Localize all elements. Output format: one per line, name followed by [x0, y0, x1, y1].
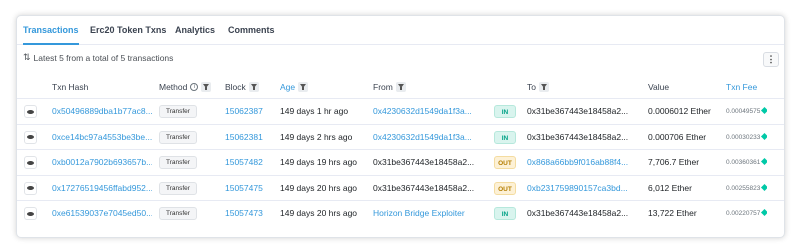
value-text: 6,012 Ether [648, 182, 692, 193]
txn-fee: 0.00049575 [726, 99, 768, 125]
col-value: Value [648, 82, 670, 92]
to-address: 0x31be367443e18458a2... [527, 106, 629, 116]
block-link[interactable]: 15057473 [225, 201, 263, 227]
age-text: 149 days 19 hrs ago [280, 157, 358, 167]
from-address: 0x31be367443e18458a2... [373, 157, 475, 167]
table-row: 0x50496889dba1b77ac8... Transfer 15062387 1… [17, 99, 784, 125]
sort-desc-icon: ⇅ [23, 52, 31, 62]
gas-icon [761, 106, 768, 115]
block-link[interactable]: 15057482 [225, 150, 263, 176]
tab-comments[interactable]: Comments [228, 16, 275, 45]
block-link[interactable]: 15062387 [225, 99, 263, 125]
tab-bar: Transactions Erc20 Token Txns Analytics … [17, 16, 784, 45]
txn-fee: 0.00360361 [726, 150, 768, 176]
gas-icon [761, 183, 768, 191]
direction-badge: OUT [494, 181, 516, 195]
to-address[interactable]: 0x868a66bb9f016ab88f4... [527, 150, 637, 176]
transactions-card: Transactions Erc20 Token Txns Analytics … [16, 15, 785, 238]
gas-icon [761, 132, 768, 140]
txn-hash-link[interactable]: 0x17276519456ffabd952... [52, 176, 152, 202]
txn-hash-link[interactable]: 0x50496889dba1b77ac8... [52, 99, 152, 125]
gas-icon [761, 157, 768, 166]
col-age[interactable]: Age [280, 75, 309, 99]
value-text: 0.0006012 Ether [648, 106, 711, 116]
table-header: Txn Hash Method i Block Age From To Valu… [17, 75, 784, 99]
block-filter-icon[interactable] [248, 82, 259, 92]
method-badge: Transfer [159, 207, 197, 220]
table-row: 0xe61539037e7045ed50... Transfer 15057473 1… [17, 201, 784, 227]
age-text: 149 days 20 hrs ago [280, 208, 358, 218]
direction-badge: OUT [494, 156, 516, 169]
value-text: 13,722 Ether [648, 208, 697, 218]
block-link[interactable]: 15057475 [225, 176, 263, 202]
col-to: To [527, 75, 549, 99]
txn-fee-value: 0.00255823 [726, 184, 761, 192]
table-row: 0xb0012a7902b693657b... Transfer 15057482 1… [17, 150, 784, 176]
tab-transactions[interactable]: Transactions [23, 16, 79, 45]
gas-icon [761, 208, 768, 217]
block-link[interactable]: 15062381 [225, 125, 263, 151]
txn-fee-value: 0.00049575 [726, 108, 761, 115]
table-row: 0xce14bc97a4553be3be... Transfer 15062381 1… [17, 125, 784, 151]
col-block: Block [225, 75, 259, 99]
eye-icon[interactable] [24, 181, 37, 195]
to-address[interactable]: 0xb231759890157ca3bd... [527, 176, 637, 202]
txn-fee-value: 0.00030233 [726, 133, 761, 141]
txn-fee: 0.00220757 [726, 201, 768, 227]
summary-line: ⇅ Latest 5 from a total of 5 transaction… [23, 52, 173, 63]
direction-badge: IN [494, 207, 516, 220]
col-txn-hash: Txn Hash [52, 82, 89, 92]
txn-fee-value: 0.00220757 [726, 210, 761, 217]
value-text: 7,706.7 Ether [648, 157, 700, 167]
summary-text: Latest 5 from a total of 5 transactions [33, 52, 174, 63]
more-options-button[interactable]: ⋮ [763, 52, 779, 67]
tab-analytics[interactable]: Analytics [175, 16, 215, 45]
tab-erc20-token-txns[interactable]: Erc20 Token Txns [90, 16, 166, 45]
direction-badge: IN [494, 130, 516, 144]
txn-hash-link[interactable]: 0xce14bc97a4553be3be... [52, 125, 152, 151]
col-method: Method i [159, 75, 212, 99]
method-badge: Transfer [159, 130, 197, 144]
age-text: 149 days 1 hr ago [280, 106, 349, 116]
txn-fee: 0.00030233 [726, 125, 768, 151]
table-body: 0x50496889dba1b77ac8... Transfer 15062387 1… [17, 99, 784, 227]
info-icon[interactable]: i [190, 83, 199, 91]
eye-icon[interactable] [24, 105, 37, 118]
txn-hash-link[interactable]: 0xb0012a7902b693657b... [52, 150, 152, 176]
method-badge: Transfer [159, 105, 197, 118]
txn-fee-value: 0.00360361 [726, 159, 761, 166]
eye-icon[interactable] [24, 130, 37, 144]
col-from: From [373, 75, 406, 99]
col-txn-fee[interactable]: Txn Fee [726, 75, 757, 99]
txn-fee: 0.00255823 [726, 176, 768, 202]
from-address[interactable]: Horizon Bridge Exploiter [373, 201, 483, 227]
age-text: 149 days 2 hrs ago [280, 131, 353, 142]
from-filter-icon[interactable] [395, 82, 406, 92]
eye-icon[interactable] [24, 156, 37, 169]
direction-badge: IN [494, 105, 516, 118]
age-text: 149 days 20 hrs ago [280, 182, 358, 193]
transactions-table: Txn Hash Method i Block Age From To Valu… [17, 75, 784, 227]
method-badge: Transfer [159, 181, 197, 195]
txn-hash-link[interactable]: 0xe61539037e7045ed50... [52, 201, 152, 227]
table-row: 0x17276519456ffabd952... Transfer 15057475… [17, 176, 784, 202]
age-filter-icon[interactable] [298, 82, 309, 92]
value-text: 0.000706 Ether [648, 131, 707, 142]
to-address: 0x31be367443e18458a2... [527, 131, 629, 142]
method-filter-icon[interactable] [201, 82, 212, 92]
to-filter-icon[interactable] [538, 82, 549, 92]
to-address: 0x31be367443e18458a2... [527, 208, 629, 218]
from-address[interactable]: 0x4230632d1549da1f3a... [373, 99, 483, 125]
from-address: 0x31be367443e18458a2... [373, 182, 475, 193]
method-badge: Transfer [159, 156, 197, 169]
from-address[interactable]: 0x4230632d1549da1f3a... [373, 125, 483, 151]
eye-icon[interactable] [24, 207, 37, 220]
